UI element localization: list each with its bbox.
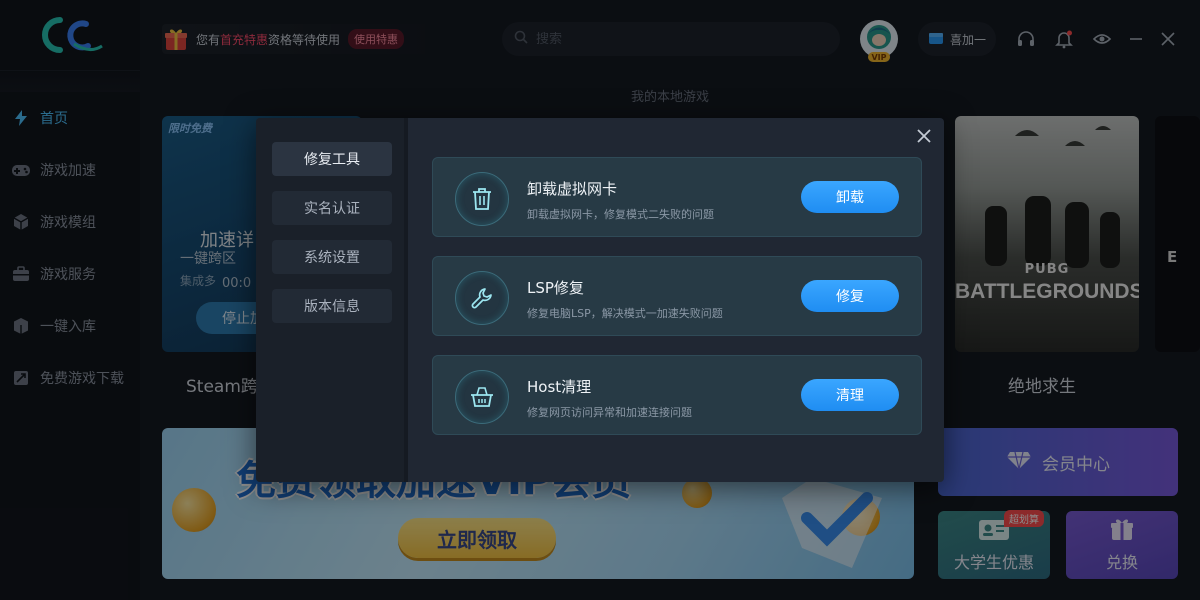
tab-version-info[interactable]: 版本信息 bbox=[272, 289, 392, 323]
tool-description: 修复电脑LSP，解决模式一加速失败问题 bbox=[527, 307, 723, 320]
modal-divider bbox=[404, 118, 408, 482]
uninstall-button[interactable]: 卸载 bbox=[801, 181, 899, 213]
tab-real-name-verification[interactable]: 实名认证 bbox=[272, 191, 392, 225]
modal-sidebar: 修复工具 实名认证 系统设置 版本信息 bbox=[256, 118, 408, 482]
settings-modal: 修复工具 实名认证 系统设置 版本信息 卸载虚拟网卡 卸载虚拟网卡，修复模式二失… bbox=[256, 118, 944, 482]
trash-icon bbox=[455, 172, 509, 226]
basket-icon bbox=[455, 370, 509, 424]
modal-close-icon[interactable] bbox=[914, 126, 934, 146]
uninstall-virtual-nic-card: 卸载虚拟网卡 卸载虚拟网卡，修复模式二失败的问题 卸载 bbox=[432, 157, 922, 237]
tab-system-settings[interactable]: 系统设置 bbox=[272, 240, 392, 274]
wrench-icon bbox=[455, 271, 509, 325]
tool-description: 修复网页访问异常和加速连接问题 bbox=[527, 406, 692, 419]
repair-button[interactable]: 修复 bbox=[801, 280, 899, 312]
tool-title: Host清理 bbox=[527, 378, 592, 396]
lsp-repair-card: LSP修复 修复电脑LSP，解决模式一加速失败问题 修复 bbox=[432, 256, 922, 336]
cleanup-button[interactable]: 清理 bbox=[801, 379, 899, 411]
tool-description: 卸载虚拟网卡，修复模式二失败的问题 bbox=[527, 208, 714, 221]
tool-title: 卸载虚拟网卡 bbox=[527, 180, 618, 198]
tool-title: LSP修复 bbox=[527, 279, 584, 297]
tab-repair-tools[interactable]: 修复工具 bbox=[272, 142, 392, 176]
host-cleanup-card: Host清理 修复网页访问异常和加速连接问题 清理 bbox=[432, 355, 922, 435]
